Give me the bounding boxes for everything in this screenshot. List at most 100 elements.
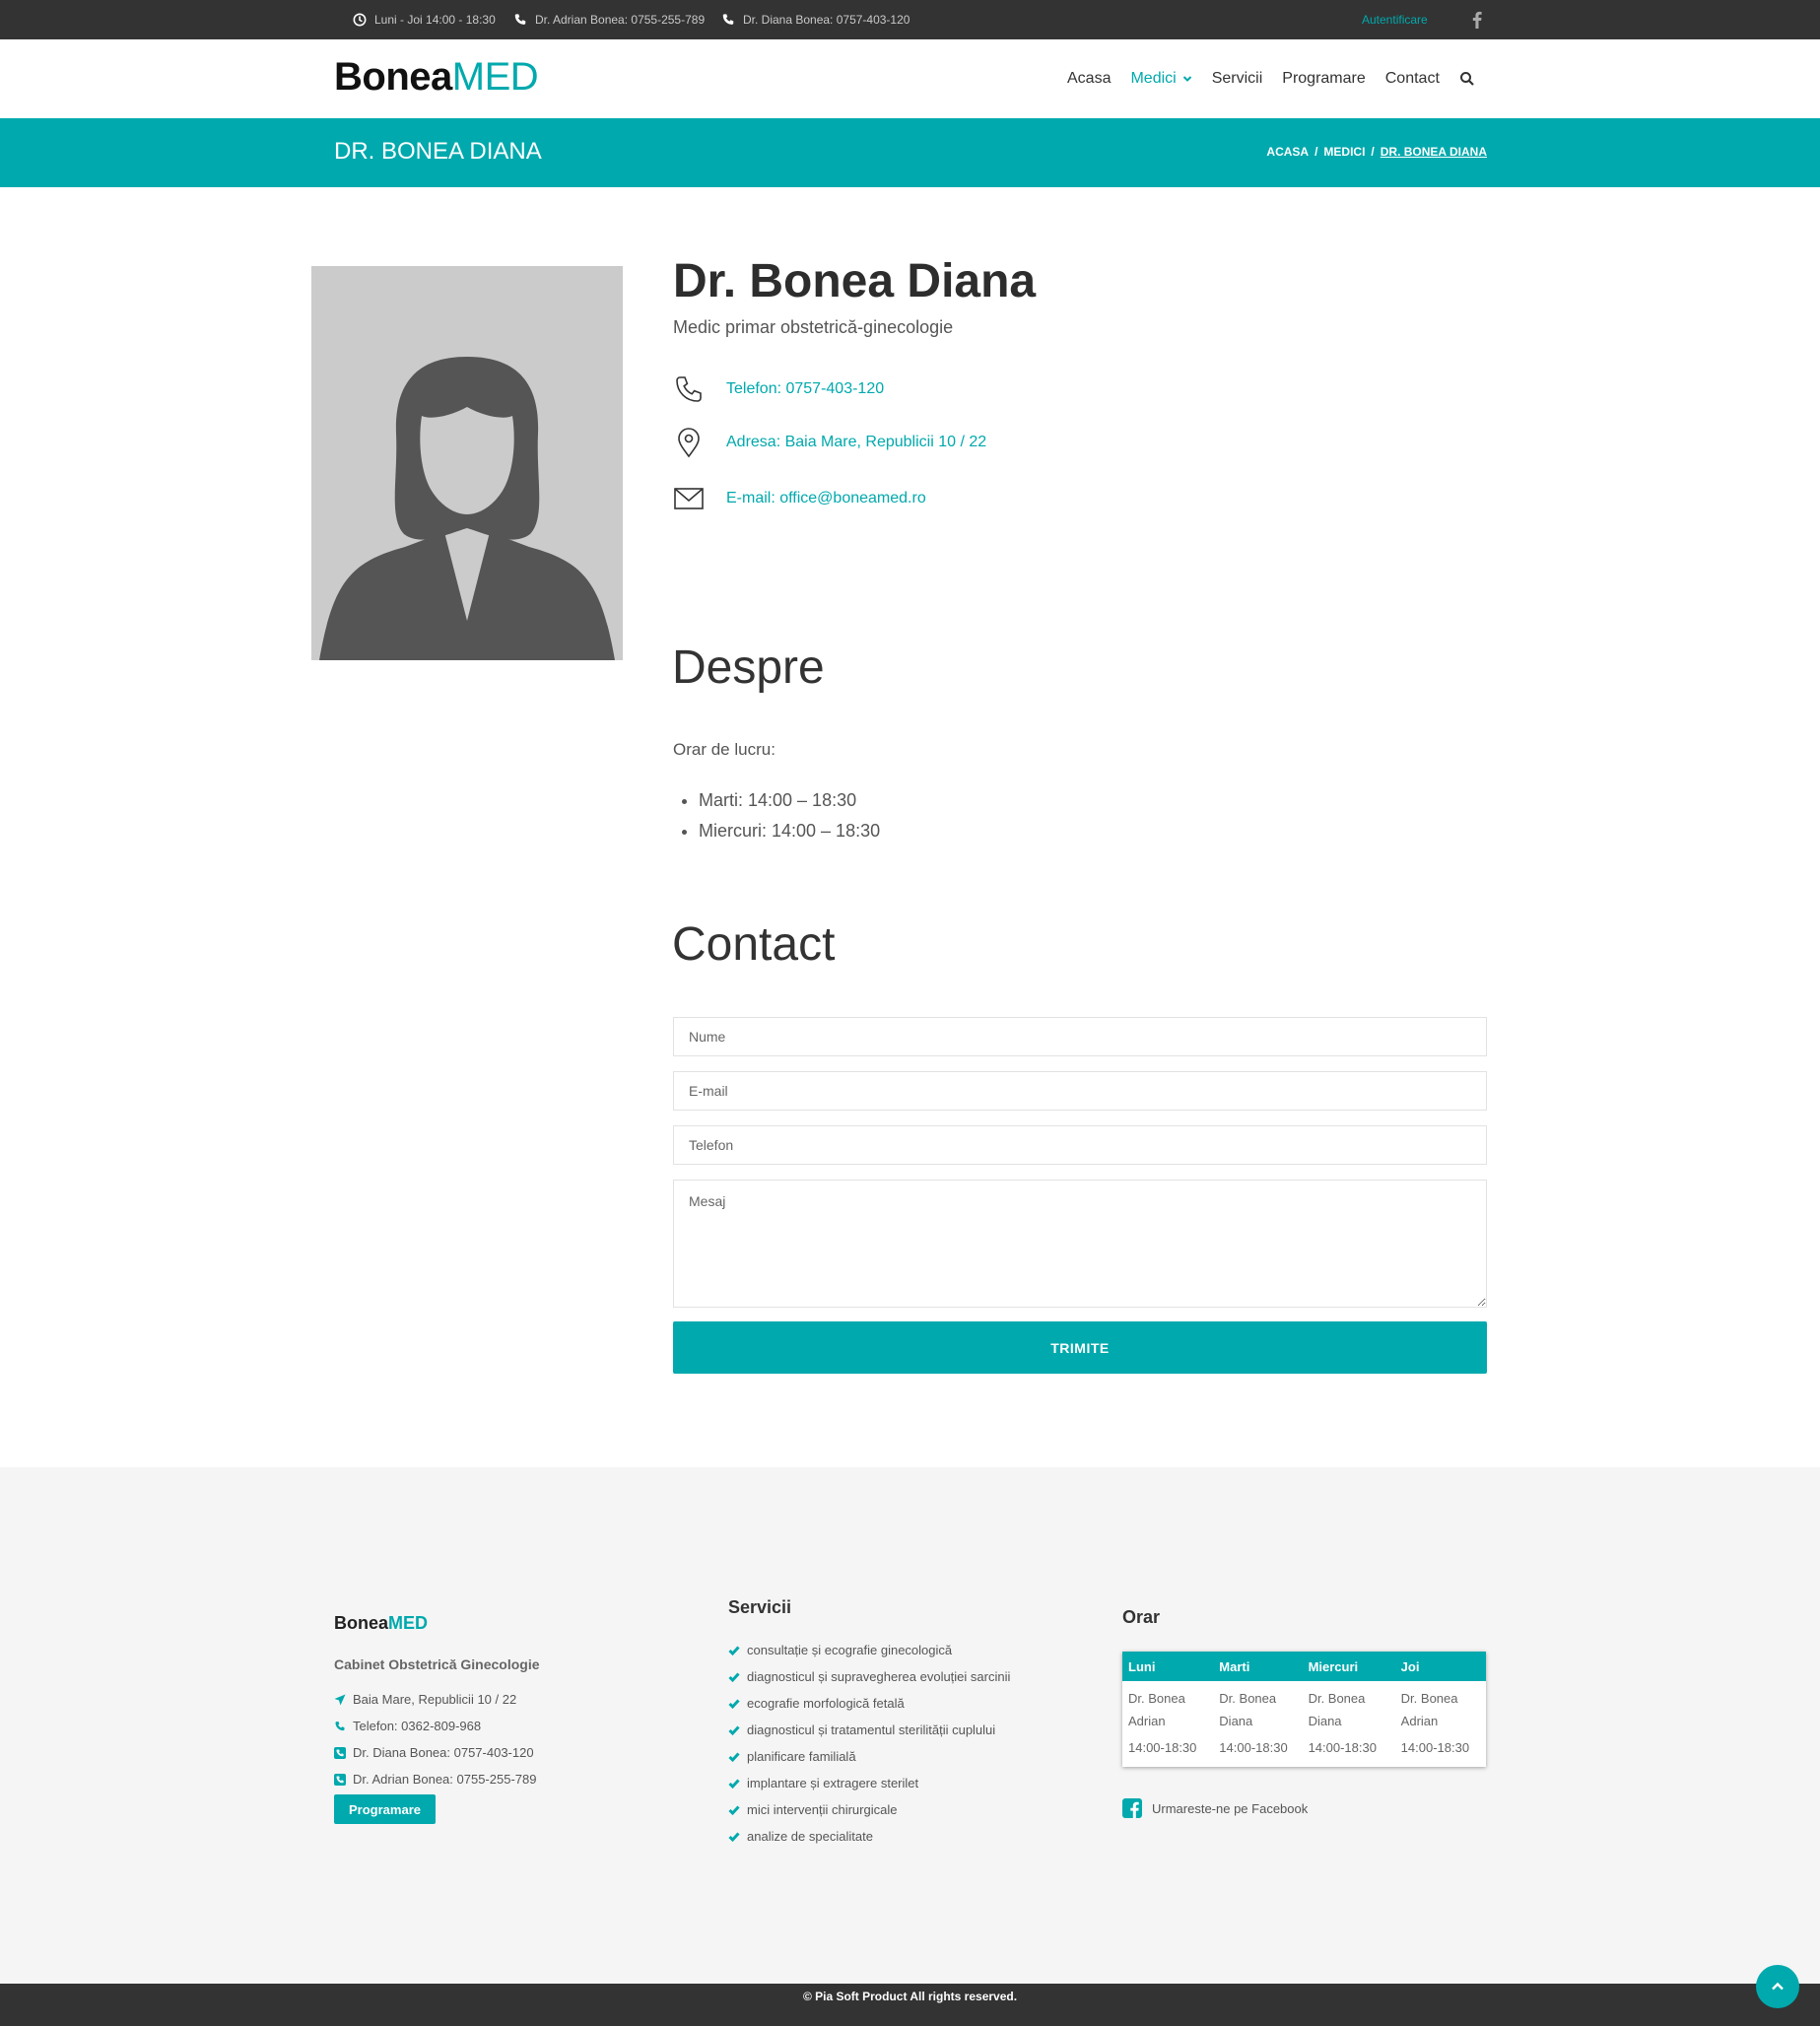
footer-adrian-row: Dr. Adrian Bonea: 0755-255-789: [334, 1772, 536, 1787]
list-item[interactable]: consultație și ecografie ginecologică: [728, 1637, 1010, 1663]
copyright-bar: © Pia Soft Product All rights reserved.: [0, 1984, 1820, 2026]
contact-heading: Contact: [672, 918, 836, 971]
footer-adrian-phone[interactable]: Dr. Adrian Bonea: 0755-255-789: [353, 1772, 536, 1787]
table-row: 14:00-18:30 14:00-18:30 14:00-18:30 14:0…: [1122, 1732, 1486, 1767]
service-label: consultație și ecografie ginecologică: [747, 1643, 953, 1657]
check-icon: [728, 1831, 740, 1842]
service-label: diagnosticul și supravegherea evoluției …: [747, 1669, 1011, 1684]
footer-phone[interactable]: Telefon: 0362-809-968: [353, 1719, 481, 1733]
check-icon: [728, 1698, 740, 1709]
message-field[interactable]: [673, 1180, 1487, 1308]
table-row: Dr. Bonea Adrian Dr. Bonea Diana Dr. Bon…: [1122, 1681, 1486, 1732]
table-header-cell: Luni: [1122, 1652, 1214, 1681]
list-item[interactable]: mici intervenții chirurgicale: [728, 1796, 1010, 1823]
site-footer: BoneaMED Cabinet Obstetrică Ginecologie …: [0, 1467, 1820, 1984]
breadcrumb-separator: /: [1371, 145, 1375, 159]
list-item[interactable]: analize de specialitate: [728, 1823, 1010, 1850]
doctor-address: Adresa: Baia Mare, Republicii 10 / 22: [726, 434, 987, 450]
check-icon: [728, 1645, 740, 1655]
table-cell: 14:00-18:30: [1219, 1740, 1288, 1755]
check-icon: [728, 1751, 740, 1762]
login-link[interactable]: Autentificare: [1362, 0, 1428, 39]
schedule-list: Marti: 14:00 – 18:30 Miercuri: 14:00 – 1…: [699, 785, 880, 846]
table-cell: 14:00-18:30: [1128, 1740, 1197, 1755]
nav-item-contact[interactable]: Contact: [1385, 70, 1440, 88]
nav-item-medici-label: Medici: [1130, 70, 1177, 87]
site-header: BoneaMED Acasa Medici Servicii Programar…: [0, 39, 1820, 118]
back-to-top-button[interactable]: [1756, 1965, 1799, 2008]
phone-adrian-info: Dr. Adrian Bonea: 0755-255-789: [513, 0, 705, 39]
site-logo[interactable]: BoneaMED: [334, 55, 539, 100]
doctor-phone[interactable]: Telefon: 0757-403-120: [726, 380, 884, 398]
service-label: mici intervenții chirurgicale: [747, 1802, 898, 1817]
check-icon: [728, 1671, 740, 1682]
list-item[interactable]: ecografie morfologică fetală: [728, 1690, 1010, 1717]
phone-icon: [514, 14, 526, 25]
phone-square-icon: [334, 1773, 346, 1786]
breadcrumb-current[interactable]: DR. BONEA DIANA: [1381, 145, 1487, 159]
table-header-cell: Miercuri: [1302, 1652, 1395, 1681]
doctor-address-row: Adresa: Baia Mare, Republicii 10 / 22: [673, 427, 986, 458]
footer-logo-name: Bonea: [334, 1613, 389, 1633]
phone-field[interactable]: [673, 1125, 1487, 1165]
email-field[interactable]: [673, 1071, 1487, 1111]
breadcrumb-separator: /: [1314, 145, 1318, 159]
phone-icon: [676, 376, 702, 402]
list-item[interactable]: diagnosticul și tratamentul sterilității…: [728, 1717, 1010, 1743]
top-bar: Luni - Joi 14:00 - 18:30 Dr. Adrian Bone…: [0, 0, 1820, 39]
hours-text: Luni - Joi 14:00 - 18:30: [374, 13, 496, 27]
doctor-specialty: Medic primar obstetrică-ginecologie: [673, 317, 954, 337]
check-icon: [728, 1804, 740, 1815]
phone-diana-text[interactable]: Dr. Diana Bonea: 0757-403-120: [743, 13, 910, 27]
check-icon: [728, 1778, 740, 1789]
doctor-name: Dr. Bonea Diana: [673, 255, 1037, 307]
doctor-email[interactable]: E-mail: office@boneamed.ro: [726, 490, 926, 507]
service-label: implantare și extragere sterilet: [747, 1776, 919, 1790]
nav-item-programare[interactable]: Programare: [1282, 70, 1365, 88]
footer-address: Baia Mare, Republicii 10 / 22: [353, 1692, 517, 1707]
orar-heading: Orar: [1122, 1607, 1161, 1627]
doctor-photo-placeholder: [311, 266, 623, 660]
page-title-bar: DR. BONEA DIANA ACASA / MEDICI / DR. BON…: [0, 118, 1820, 187]
doctor-email-row: E-mail: office@boneamed.ro: [673, 483, 926, 514]
logo-name: Bonea: [334, 55, 452, 99]
nav-item-acasa[interactable]: Acasa: [1067, 70, 1111, 88]
list-item[interactable]: diagnosticul și supravegherea evoluției …: [728, 1663, 1010, 1690]
table-cell: 14:00-18:30: [1400, 1740, 1470, 1755]
list-item: Miercuri: 14:00 – 18:30: [699, 816, 880, 846]
submit-button[interactable]: TRIMITE: [673, 1321, 1487, 1374]
table-header-row: Luni Marti Miercuri Joi: [1122, 1652, 1486, 1681]
footer-diana-phone[interactable]: Dr. Diana Bonea: 0757-403-120: [353, 1745, 534, 1760]
list-item: Marti: 14:00 – 18:30: [699, 785, 880, 816]
footer-phone-row: Telefon: 0362-809-968: [334, 1719, 481, 1733]
list-item[interactable]: implantare și extragere sterilet: [728, 1770, 1010, 1796]
check-icon: [728, 1724, 740, 1735]
breadcrumb-acasa[interactable]: ACASA: [1266, 145, 1309, 159]
nav-item-servicii[interactable]: Servicii: [1212, 70, 1263, 88]
phone-icon: [722, 14, 734, 25]
phone-adrian-text[interactable]: Dr. Adrian Bonea: 0755-255-789: [535, 13, 705, 27]
send-icon: [334, 1694, 346, 1705]
about-heading: Despre: [672, 642, 825, 694]
facebook-follow-link[interactable]: Urmareste-ne pe Facebook: [1122, 1798, 1308, 1818]
schedule-label: Orar de lucru:: [673, 740, 775, 759]
service-label: analize de specialitate: [747, 1829, 873, 1844]
logo-accent: MED: [451, 55, 539, 99]
footer-subtitle: Cabinet Obstetrică Ginecologie: [334, 1656, 540, 1672]
map-pin-icon: [678, 428, 700, 458]
breadcrumb: ACASA / MEDICI / DR. BONEA DIANA: [1266, 145, 1487, 159]
facebook-icon[interactable]: [1470, 11, 1484, 29]
schedule-table: Luni Marti Miercuri Joi Dr. Bonea Adrian…: [1122, 1652, 1486, 1767]
appointment-button[interactable]: Programare: [334, 1794, 436, 1824]
page-title: DR. BONEA DIANA: [334, 138, 542, 165]
list-item[interactable]: planificare familială: [728, 1743, 1010, 1770]
table-header-cell: Marti: [1213, 1652, 1303, 1681]
search-icon[interactable]: [1459, 71, 1475, 87]
breadcrumb-medici[interactable]: MEDICI: [1323, 145, 1365, 159]
service-label: planificare familială: [747, 1749, 856, 1764]
phone-diana-info: Dr. Diana Bonea: 0757-403-120: [721, 0, 910, 39]
name-field[interactable]: [673, 1017, 1487, 1056]
service-label: diagnosticul și tratamentul sterilității…: [747, 1722, 996, 1737]
nav-item-medici[interactable]: Medici: [1130, 70, 1191, 88]
table-header-cell: Joi: [1394, 1652, 1486, 1681]
